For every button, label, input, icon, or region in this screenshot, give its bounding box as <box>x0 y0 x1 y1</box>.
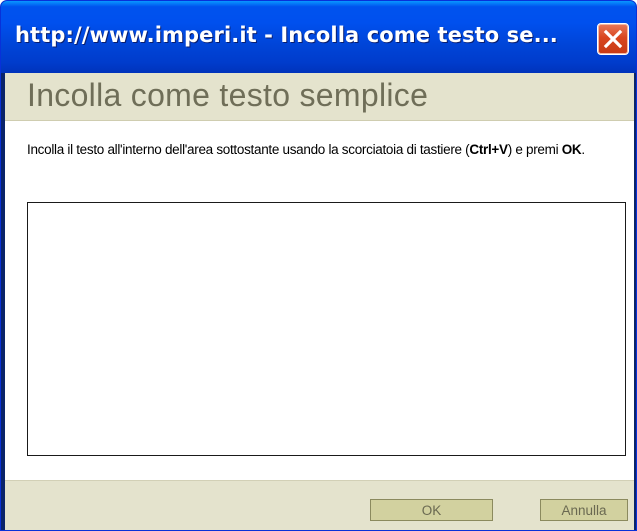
dialog-heading: Incolla come testo semplice <box>27 77 429 113</box>
close-icon <box>603 29 623 49</box>
paste-textarea[interactable] <box>27 202 626 456</box>
cancel-button[interactable]: Annulla <box>540 499 628 521</box>
title-bar[interactable]: http://www.imperi.it - Incolla come test… <box>1 1 636 73</box>
instructions-part2: ) e premi <box>507 142 562 157</box>
dialog-body: Incolla come testo semplice Incolla il t… <box>5 73 634 530</box>
ok-button[interactable]: OK <box>370 499 493 521</box>
dialog-window: http://www.imperi.it - Incolla come test… <box>0 0 637 531</box>
ok-word-text: OK <box>561 142 582 157</box>
shortcut-text: Ctrl+V <box>469 142 508 157</box>
instructions-text: Incolla il testo all'interno dell'area s… <box>27 141 627 158</box>
window-title: http://www.imperi.it - Incolla come test… <box>15 23 558 47</box>
dialog-footer: OK Annulla <box>5 480 634 530</box>
instructions-part1: Incolla il testo all'interno dell'area s… <box>27 142 470 157</box>
dialog-header: Incolla come testo semplice <box>5 73 634 121</box>
close-button[interactable] <box>597 23 629 55</box>
instructions-part3: . <box>581 142 585 157</box>
